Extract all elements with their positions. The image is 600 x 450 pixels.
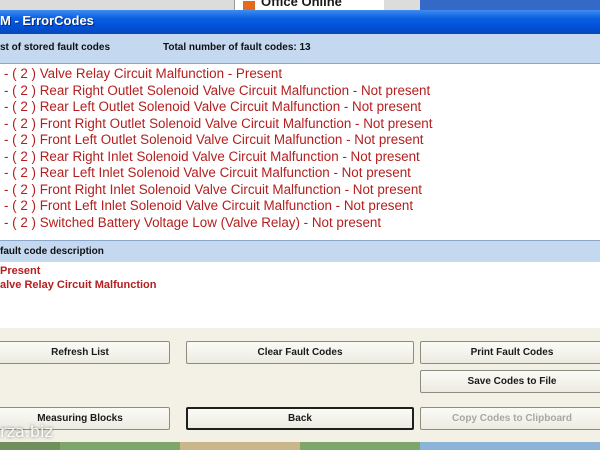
fault-code-item[interactable]: - ( 2 ) Valve Relay Circuit Malfunction … [4, 66, 282, 81]
bottom-strip-segment [180, 442, 300, 450]
back-button[interactable]: Back [186, 407, 414, 430]
description-header: fault code description [0, 240, 600, 262]
office-online-label: Office Online [261, 0, 342, 9]
window-title: M - ErrorCodes [0, 13, 94, 28]
fault-code-item[interactable]: - ( 2 ) Switched Battery Voltage Low (Va… [4, 215, 381, 230]
fault-code-item[interactable]: - ( 2 ) Front Right Outlet Solenoid Valv… [4, 116, 432, 131]
background-bottom-strip [0, 442, 600, 450]
save-codes-button[interactable]: Save Codes to File [420, 370, 600, 393]
background-office-window: Office Online [234, 0, 384, 10]
total-codes-label: Total number of fault codes: 13 [163, 42, 311, 53]
fault-code-item[interactable]: - ( 2 ) Front Right Inlet Solenoid Valve… [4, 182, 422, 197]
fault-code-item[interactable]: - ( 2 ) Rear Right Outlet Solenoid Valve… [4, 83, 430, 98]
copy-to-clipboard-button[interactable]: Copy Codes to Clipboard [420, 407, 600, 430]
fault-code-item[interactable]: - ( 2 ) Front Left Outlet Solenoid Valve… [4, 132, 424, 147]
description-status: Present [0, 265, 41, 277]
description-header-label: fault code description [0, 246, 104, 257]
stored-codes-label: st of stored fault codes [0, 42, 111, 53]
bottom-strip-segment [0, 442, 60, 450]
watermark: rza.biz [0, 422, 53, 441]
fault-code-item[interactable]: - ( 2 ) Front Left Inlet Solenoid Valve … [4, 198, 413, 213]
fault-code-item[interactable]: - ( 2 ) Rear Right Inlet Solenoid Valve … [4, 149, 420, 164]
background-blue-panel [420, 0, 600, 10]
office-icon [243, 1, 255, 10]
bottom-strip-segment [420, 442, 600, 450]
print-fault-codes-button[interactable]: Print Fault Codes [420, 341, 600, 364]
fault-codes-list[interactable]: - ( 2 ) Valve Relay Circuit Malfunction … [0, 64, 600, 240]
refresh-list-button[interactable]: Refresh List [0, 341, 170, 364]
description-text: alve Relay Circuit Malfunction [0, 279, 157, 291]
fault-code-item[interactable]: - ( 2 ) Rear Left Inlet Solenoid Valve C… [4, 165, 411, 180]
fault-code-item[interactable]: - ( 2 ) Rear Left Outlet Solenoid Valve … [4, 99, 421, 114]
window-title-bar[interactable]: M - ErrorCodes [0, 10, 600, 34]
clear-fault-codes-button[interactable]: Clear Fault Codes [186, 341, 414, 364]
fault-description-box: Present alve Relay Circuit Malfunction [0, 262, 600, 328]
fault-codes-header: st of stored fault codes Total number of… [0, 34, 600, 64]
